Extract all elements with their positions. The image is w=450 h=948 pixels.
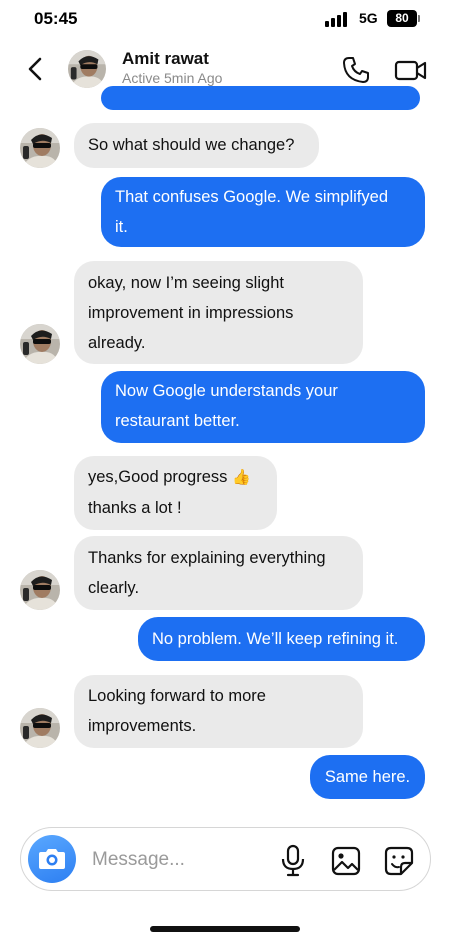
battery-icon: 80 (387, 10, 417, 27)
message-bubble-incoming[interactable]: So what should we change? (74, 123, 319, 168)
signal-icon (325, 12, 351, 27)
back-button[interactable] (24, 54, 48, 84)
message-bubble-incoming[interactable]: okay, now I’m seeing slight improvement … (74, 261, 363, 364)
message-text: That confuses Google. We simplifyed (115, 188, 388, 206)
camera-button[interactable] (28, 835, 76, 883)
message-text: improvements. (88, 717, 197, 735)
message-text: thanks a lot ! (88, 499, 182, 517)
message-text: restaurant better. (115, 412, 240, 430)
message-bubble-incoming[interactable]: Thanks for explaining everything clearly… (74, 536, 363, 610)
home-indicator[interactable] (150, 926, 300, 932)
message-text: Thanks for explaining everything (88, 549, 326, 567)
status-time: 05:45 (34, 9, 78, 28)
message-bubble-outgoing[interactable]: No problem. We’ll keep refining it. (138, 617, 425, 661)
message-composer (20, 827, 431, 891)
video-call-button[interactable] (394, 56, 428, 84)
message-text: Looking forward to more (88, 687, 266, 705)
microphone-button[interactable] (280, 844, 306, 878)
avatar[interactable] (20, 324, 60, 364)
message-text: So what should we change? (88, 136, 295, 154)
chevron-left-icon (28, 57, 42, 81)
message-bubble-incoming[interactable]: yes,Good progress 👍 thanks a lot ! (74, 456, 277, 530)
message-bubble-outgoing[interactable]: That confuses Google. We simplifyed it. (101, 177, 425, 247)
message-bubble-incoming[interactable]: Looking forward to more improvements. (74, 675, 363, 748)
message-text: No problem. We’ll keep refining it. (152, 630, 399, 648)
microphone-icon (281, 844, 305, 877)
gallery-button[interactable] (330, 845, 362, 877)
battery-tip (418, 15, 420, 22)
message-text: it. (115, 218, 128, 236)
network-type: 5G (359, 10, 378, 26)
image-icon (331, 846, 361, 876)
message-text: Same here. (324, 768, 411, 786)
contact-status: Active 5min Ago (122, 70, 223, 86)
sticker-button[interactable] (383, 845, 415, 877)
call-button[interactable] (340, 54, 372, 86)
camera-icon (39, 849, 65, 869)
thumbs-up-emoji: 👍 (232, 469, 251, 486)
status-bar: 05:45 5G 80 (0, 0, 450, 38)
message-bubble-partial[interactable] (101, 86, 420, 110)
message-text: okay, now I’m seeing slight (88, 274, 284, 292)
avatar[interactable] (20, 570, 60, 610)
message-bubble-outgoing[interactable]: Now Google understands your restaurant b… (101, 371, 425, 443)
contact-avatar[interactable] (68, 50, 106, 88)
message-bubble-outgoing[interactable]: Same here. (310, 755, 425, 799)
message-text: improvement in impressions (88, 304, 294, 322)
message-input[interactable] (92, 846, 272, 874)
message-text: already. (88, 334, 146, 352)
phone-icon (343, 57, 369, 83)
avatar[interactable] (20, 708, 60, 748)
message-text: yes,Good progress (88, 468, 228, 486)
message-text: Now Google understands your (115, 382, 338, 400)
avatar[interactable] (20, 128, 60, 168)
video-camera-icon (394, 60, 427, 81)
sticker-icon (384, 846, 414, 876)
contact-name[interactable]: Amit rawat (122, 49, 209, 69)
message-text: clearly. (88, 579, 140, 597)
